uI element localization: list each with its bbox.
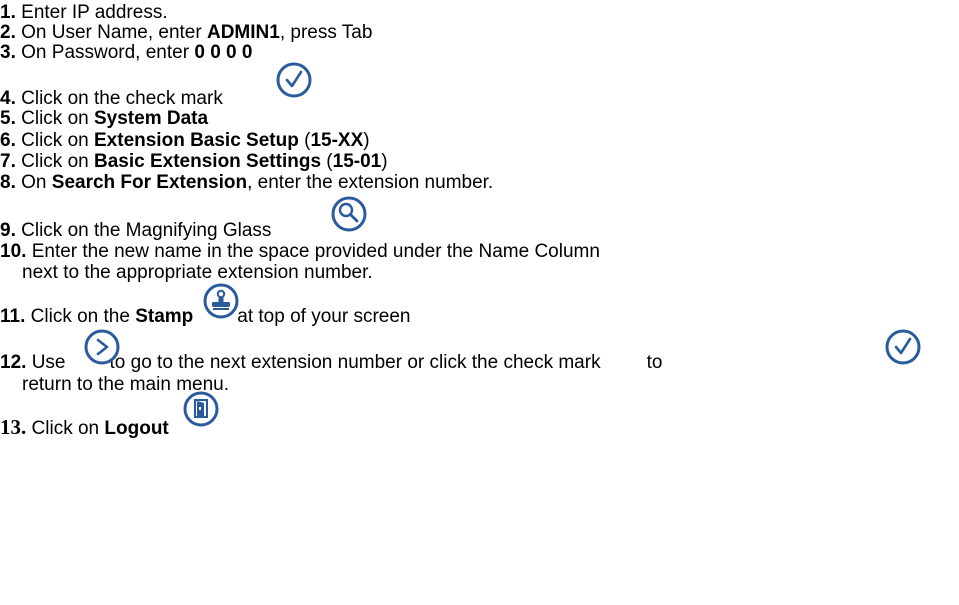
step-text: Use bbox=[31, 352, 66, 373]
step-8: 8. On Search For Extension, enter the ex… bbox=[0, 172, 493, 194]
step-2: 2. On User Name, enter ADMIN1, press Tab bbox=[0, 22, 372, 44]
step-number: 7. bbox=[0, 151, 16, 172]
step-9: 9. Click on the Magnifying Glass bbox=[0, 220, 271, 242]
step-text: Click on the bbox=[30, 306, 136, 327]
step-bold-text: 15-XX bbox=[310, 130, 364, 151]
step-text: ( bbox=[321, 151, 333, 172]
step-number: 8. bbox=[0, 172, 16, 193]
step-number: 4. bbox=[0, 88, 16, 109]
step-bold-text: 0 0 0 0 bbox=[194, 42, 253, 63]
step-number: 3. bbox=[0, 42, 16, 63]
step-5: 5. Click on System Data bbox=[0, 108, 208, 130]
step-text: Enter IP address. bbox=[21, 2, 168, 23]
step-number: 1. bbox=[0, 2, 16, 23]
step-text: On Password, enter bbox=[21, 42, 195, 63]
step-bold-text: Logout bbox=[104, 418, 169, 439]
step-text: at top of your screen bbox=[237, 306, 411, 327]
step-3: 3. On Password, enter 0 0 0 0 bbox=[0, 42, 252, 64]
step-number: 2. bbox=[0, 22, 16, 43]
step-text: , press Tab bbox=[279, 22, 373, 43]
step-bold-text: Stamp bbox=[135, 306, 194, 327]
step-10-continuation: next to the appropriate extension number… bbox=[0, 262, 373, 284]
magnifying-glass-icon bbox=[331, 196, 367, 232]
step-text: Enter the new name in the space provided… bbox=[31, 241, 600, 262]
step-text: On bbox=[21, 172, 52, 193]
step-10: 10. Enter the new name in the space prov… bbox=[0, 241, 600, 263]
step-number: 11. bbox=[0, 306, 26, 327]
step-7: 7. Click on Basic Extension Settings (15… bbox=[0, 151, 388, 173]
step-6: 6. Click on Extension Basic Setup (15-XX… bbox=[0, 130, 370, 152]
logout-door-icon bbox=[183, 391, 219, 427]
step-13: 13. Click on Logout bbox=[0, 415, 169, 439]
step-text: Click on bbox=[21, 151, 94, 172]
step-text: next to the appropriate extension number… bbox=[22, 262, 373, 283]
step-bold-text: ADMIN1 bbox=[206, 22, 280, 43]
step-bold-text: Extension Basic Setup bbox=[94, 130, 299, 151]
step-number: 5. bbox=[0, 108, 16, 129]
step-1: 1. Enter IP address. bbox=[0, 2, 168, 24]
step-text: , enter the extension number. bbox=[247, 172, 494, 193]
step-number: 13. bbox=[0, 415, 27, 439]
step-text: Click on the check mark bbox=[21, 88, 223, 109]
step-text: On User Name, enter bbox=[21, 22, 207, 43]
instruction-document: 1. Enter IP address. 2. On User Name, en… bbox=[0, 0, 959, 605]
step-bold-text: System Data bbox=[94, 108, 209, 129]
step-number: 10. bbox=[0, 241, 27, 262]
step-text: to go to the next extension number or cl… bbox=[109, 352, 601, 373]
step-text: Click on the Magnifying Glass bbox=[21, 220, 272, 241]
step-4: 4. Click on the check mark bbox=[0, 88, 223, 110]
step-text: ) bbox=[381, 151, 388, 172]
step-text: Click on bbox=[21, 130, 94, 151]
step-number: 12. bbox=[0, 352, 27, 373]
step-bold-text: Search For Extension bbox=[51, 172, 248, 193]
step-text: Click on bbox=[21, 108, 94, 129]
step-number: 6. bbox=[0, 130, 16, 151]
stamp-icon bbox=[203, 283, 239, 319]
step-number: 9. bbox=[0, 220, 16, 241]
check-circle-icon bbox=[276, 62, 312, 98]
check-circle-icon bbox=[885, 329, 921, 365]
step-text: ( bbox=[298, 130, 311, 151]
step-text: ) bbox=[363, 130, 370, 151]
step-text: Click on bbox=[31, 418, 105, 439]
step-bold-text: Basic Extension Settings bbox=[94, 151, 322, 172]
next-arrow-icon bbox=[84, 329, 120, 365]
step-text: to bbox=[646, 352, 663, 373]
step-bold-text: 15-01 bbox=[332, 151, 382, 172]
